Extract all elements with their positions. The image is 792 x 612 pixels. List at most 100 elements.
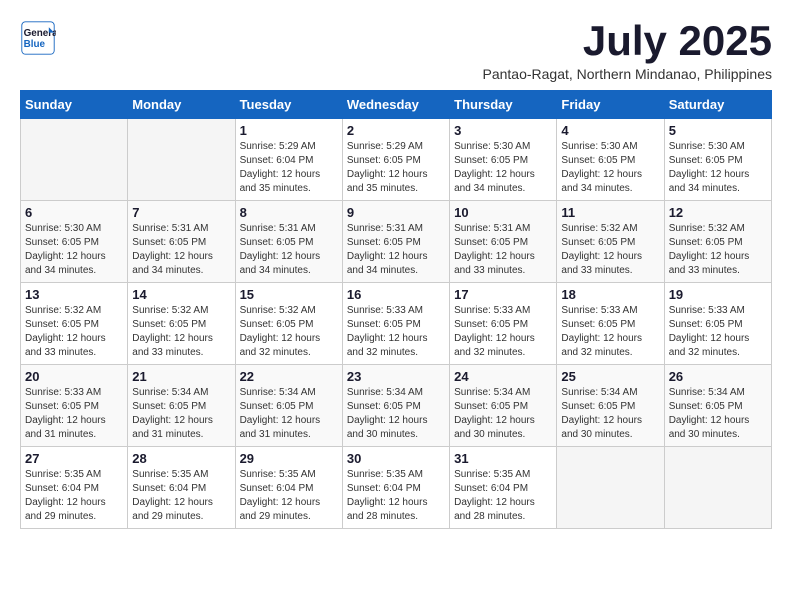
calendar-cell: 11 Sunrise: 5:32 AMSunset: 6:05 PMDayligh… xyxy=(557,201,664,283)
day-info: Sunrise: 5:32 AMSunset: 6:05 PMDaylight:… xyxy=(240,304,338,360)
day-number: 11 xyxy=(561,205,659,220)
calendar-cell: 22 Sunrise: 5:34 AMSunset: 6:05 PMDayligh… xyxy=(235,365,342,447)
day-number: 5 xyxy=(669,123,767,138)
day-number: 17 xyxy=(454,287,552,302)
day-info: Sunrise: 5:34 AMSunset: 6:05 PMDaylight:… xyxy=(347,386,445,442)
day-info: Sunrise: 5:35 AMSunset: 6:04 PMDaylight:… xyxy=(347,468,445,524)
day-number: 15 xyxy=(240,287,338,302)
day-number: 29 xyxy=(240,451,338,466)
day-number: 7 xyxy=(132,205,230,220)
logo: General Blue xyxy=(20,20,56,56)
header-monday: Monday xyxy=(128,91,235,119)
calendar-week-row: 6Sunrise: 5:30 AMSunset: 6:05 PMDaylight… xyxy=(21,201,772,283)
day-info: Sunrise: 5:34 AMSunset: 6:05 PMDaylight:… xyxy=(454,386,552,442)
calendar-header-row: SundayMondayTuesdayWednesdayThursdayFrid… xyxy=(21,91,772,119)
page-header: General Blue July 2025 Pantao-Ragat, Nor… xyxy=(20,20,772,82)
day-info: Sunrise: 5:31 AMSunset: 6:05 PMDaylight:… xyxy=(454,222,552,278)
calendar-cell: 20 Sunrise: 5:33 AMSunset: 6:05 PMDayligh… xyxy=(21,365,128,447)
calendar-cell: 30 Sunrise: 5:35 AMSunset: 6:04 PMDayligh… xyxy=(342,447,449,529)
day-number: 4 xyxy=(561,123,659,138)
header-thursday: Thursday xyxy=(450,91,557,119)
day-info: Sunrise: 5:33 AMSunset: 6:05 PMDaylight:… xyxy=(347,304,445,360)
day-info: Sunrise: 5:32 AMSunset: 6:05 PMDaylight:… xyxy=(132,304,230,360)
day-number: 23 xyxy=(347,369,445,384)
day-info: Sunrise: 5:35 AMSunset: 6:04 PMDaylight:… xyxy=(240,468,338,524)
calendar-cell: 28 Sunrise: 5:35 AMSunset: 6:04 PMDayligh… xyxy=(128,447,235,529)
logo-icon: General Blue xyxy=(20,20,56,56)
day-number: 28 xyxy=(132,451,230,466)
calendar-cell: 26 Sunrise: 5:34 AMSunset: 6:05 PMDayligh… xyxy=(664,365,771,447)
calendar-cell: 23 Sunrise: 5:34 AMSunset: 6:05 PMDayligh… xyxy=(342,365,449,447)
calendar-cell: 10 Sunrise: 5:31 AMSunset: 6:05 PMDayligh… xyxy=(450,201,557,283)
day-number: 27 xyxy=(25,451,123,466)
day-info: Sunrise: 5:34 AMSunset: 6:05 PMDaylight:… xyxy=(132,386,230,442)
calendar-cell: 24 Sunrise: 5:34 AMSunset: 6:05 PMDayligh… xyxy=(450,365,557,447)
day-info: Sunrise: 5:32 AMSunset: 6:05 PMDaylight:… xyxy=(669,222,767,278)
calendar-cell: 9 Sunrise: 5:31 AMSunset: 6:05 PMDaylight… xyxy=(342,201,449,283)
day-info: Sunrise: 5:29 AMSunset: 6:04 PMDaylight:… xyxy=(240,140,338,196)
day-number: 9 xyxy=(347,205,445,220)
month-title: July 2025 xyxy=(482,20,772,62)
day-info: Sunrise: 5:31 AMSunset: 6:05 PMDaylight:… xyxy=(347,222,445,278)
calendar-cell: 17 Sunrise: 5:33 AMSunset: 6:05 PMDayligh… xyxy=(450,283,557,365)
day-info: Sunrise: 5:34 AMSunset: 6:05 PMDaylight:… xyxy=(240,386,338,442)
day-info: Sunrise: 5:30 AMSunset: 6:05 PMDaylight:… xyxy=(561,140,659,196)
day-info: Sunrise: 5:35 AMSunset: 6:04 PMDaylight:… xyxy=(132,468,230,524)
day-info: Sunrise: 5:32 AMSunset: 6:05 PMDaylight:… xyxy=(561,222,659,278)
day-number: 16 xyxy=(347,287,445,302)
day-number: 1 xyxy=(240,123,338,138)
day-info: Sunrise: 5:30 AMSunset: 6:05 PMDaylight:… xyxy=(669,140,767,196)
day-number: 26 xyxy=(669,369,767,384)
day-info: Sunrise: 5:33 AMSunset: 6:05 PMDaylight:… xyxy=(454,304,552,360)
calendar-cell: 29 Sunrise: 5:35 AMSunset: 6:04 PMDayligh… xyxy=(235,447,342,529)
day-number: 20 xyxy=(25,369,123,384)
day-info: Sunrise: 5:32 AMSunset: 6:05 PMDaylight:… xyxy=(25,304,123,360)
day-info: Sunrise: 5:35 AMSunset: 6:04 PMDaylight:… xyxy=(454,468,552,524)
calendar-cell: 2Sunrise: 5:29 AMSunset: 6:05 PMDaylight… xyxy=(342,119,449,201)
day-number: 14 xyxy=(132,287,230,302)
calendar-cell: 21 Sunrise: 5:34 AMSunset: 6:05 PMDayligh… xyxy=(128,365,235,447)
calendar-week-row: 20 Sunrise: 5:33 AMSunset: 6:05 PMDayligh… xyxy=(21,365,772,447)
day-number: 13 xyxy=(25,287,123,302)
calendar-cell: 15 Sunrise: 5:32 AMSunset: 6:05 PMDayligh… xyxy=(235,283,342,365)
header-saturday: Saturday xyxy=(664,91,771,119)
day-number: 22 xyxy=(240,369,338,384)
day-number: 19 xyxy=(669,287,767,302)
calendar-week-row: 27 Sunrise: 5:35 AMSunset: 6:04 PMDayligh… xyxy=(21,447,772,529)
calendar-table: SundayMondayTuesdayWednesdayThursdayFrid… xyxy=(20,90,772,529)
calendar-cell: 7 Sunrise: 5:31 AMSunset: 6:05 PMDaylight… xyxy=(128,201,235,283)
calendar-cell xyxy=(21,119,128,201)
calendar-cell: 14 Sunrise: 5:32 AMSunset: 6:05 PMDayligh… xyxy=(128,283,235,365)
header-wednesday: Wednesday xyxy=(342,91,449,119)
title-area: July 2025 Pantao-Ragat, Northern Mindana… xyxy=(482,20,772,82)
day-number: 8 xyxy=(240,205,338,220)
day-number: 2 xyxy=(347,123,445,138)
day-info: Sunrise: 5:34 AMSunset: 6:05 PMDaylight:… xyxy=(669,386,767,442)
calendar-cell: 12Sunrise: 5:32 AMSunset: 6:05 PMDayligh… xyxy=(664,201,771,283)
day-number: 24 xyxy=(454,369,552,384)
calendar-week-row: 13 Sunrise: 5:32 AMSunset: 6:05 PMDayligh… xyxy=(21,283,772,365)
calendar-cell xyxy=(557,447,664,529)
day-info: Sunrise: 5:33 AMSunset: 6:05 PMDaylight:… xyxy=(669,304,767,360)
day-info: Sunrise: 5:33 AMSunset: 6:05 PMDaylight:… xyxy=(561,304,659,360)
calendar-cell xyxy=(664,447,771,529)
day-info: Sunrise: 5:31 AMSunset: 6:05 PMDaylight:… xyxy=(132,222,230,278)
calendar-cell: 18 Sunrise: 5:33 AMSunset: 6:05 PMDayligh… xyxy=(557,283,664,365)
day-number: 21 xyxy=(132,369,230,384)
calendar-cell: 3Sunrise: 5:30 AMSunset: 6:05 PMDaylight… xyxy=(450,119,557,201)
day-number: 31 xyxy=(454,451,552,466)
day-number: 10 xyxy=(454,205,552,220)
calendar-cell: 1 Sunrise: 5:29 AMSunset: 6:04 PMDaylight… xyxy=(235,119,342,201)
header-tuesday: Tuesday xyxy=(235,91,342,119)
location-subtitle: Pantao-Ragat, Northern Mindanao, Philipp… xyxy=(482,66,772,82)
header-friday: Friday xyxy=(557,91,664,119)
calendar-cell: 8Sunrise: 5:31 AMSunset: 6:05 PMDaylight… xyxy=(235,201,342,283)
day-number: 30 xyxy=(347,451,445,466)
calendar-cell: 4 Sunrise: 5:30 AMSunset: 6:05 PMDaylight… xyxy=(557,119,664,201)
day-info: Sunrise: 5:33 AMSunset: 6:05 PMDaylight:… xyxy=(25,386,123,442)
calendar-week-row: 1 Sunrise: 5:29 AMSunset: 6:04 PMDaylight… xyxy=(21,119,772,201)
calendar-cell: 27Sunrise: 5:35 AMSunset: 6:04 PMDayligh… xyxy=(21,447,128,529)
day-number: 18 xyxy=(561,287,659,302)
calendar-cell: 6Sunrise: 5:30 AMSunset: 6:05 PMDaylight… xyxy=(21,201,128,283)
day-info: Sunrise: 5:30 AMSunset: 6:05 PMDaylight:… xyxy=(25,222,123,278)
